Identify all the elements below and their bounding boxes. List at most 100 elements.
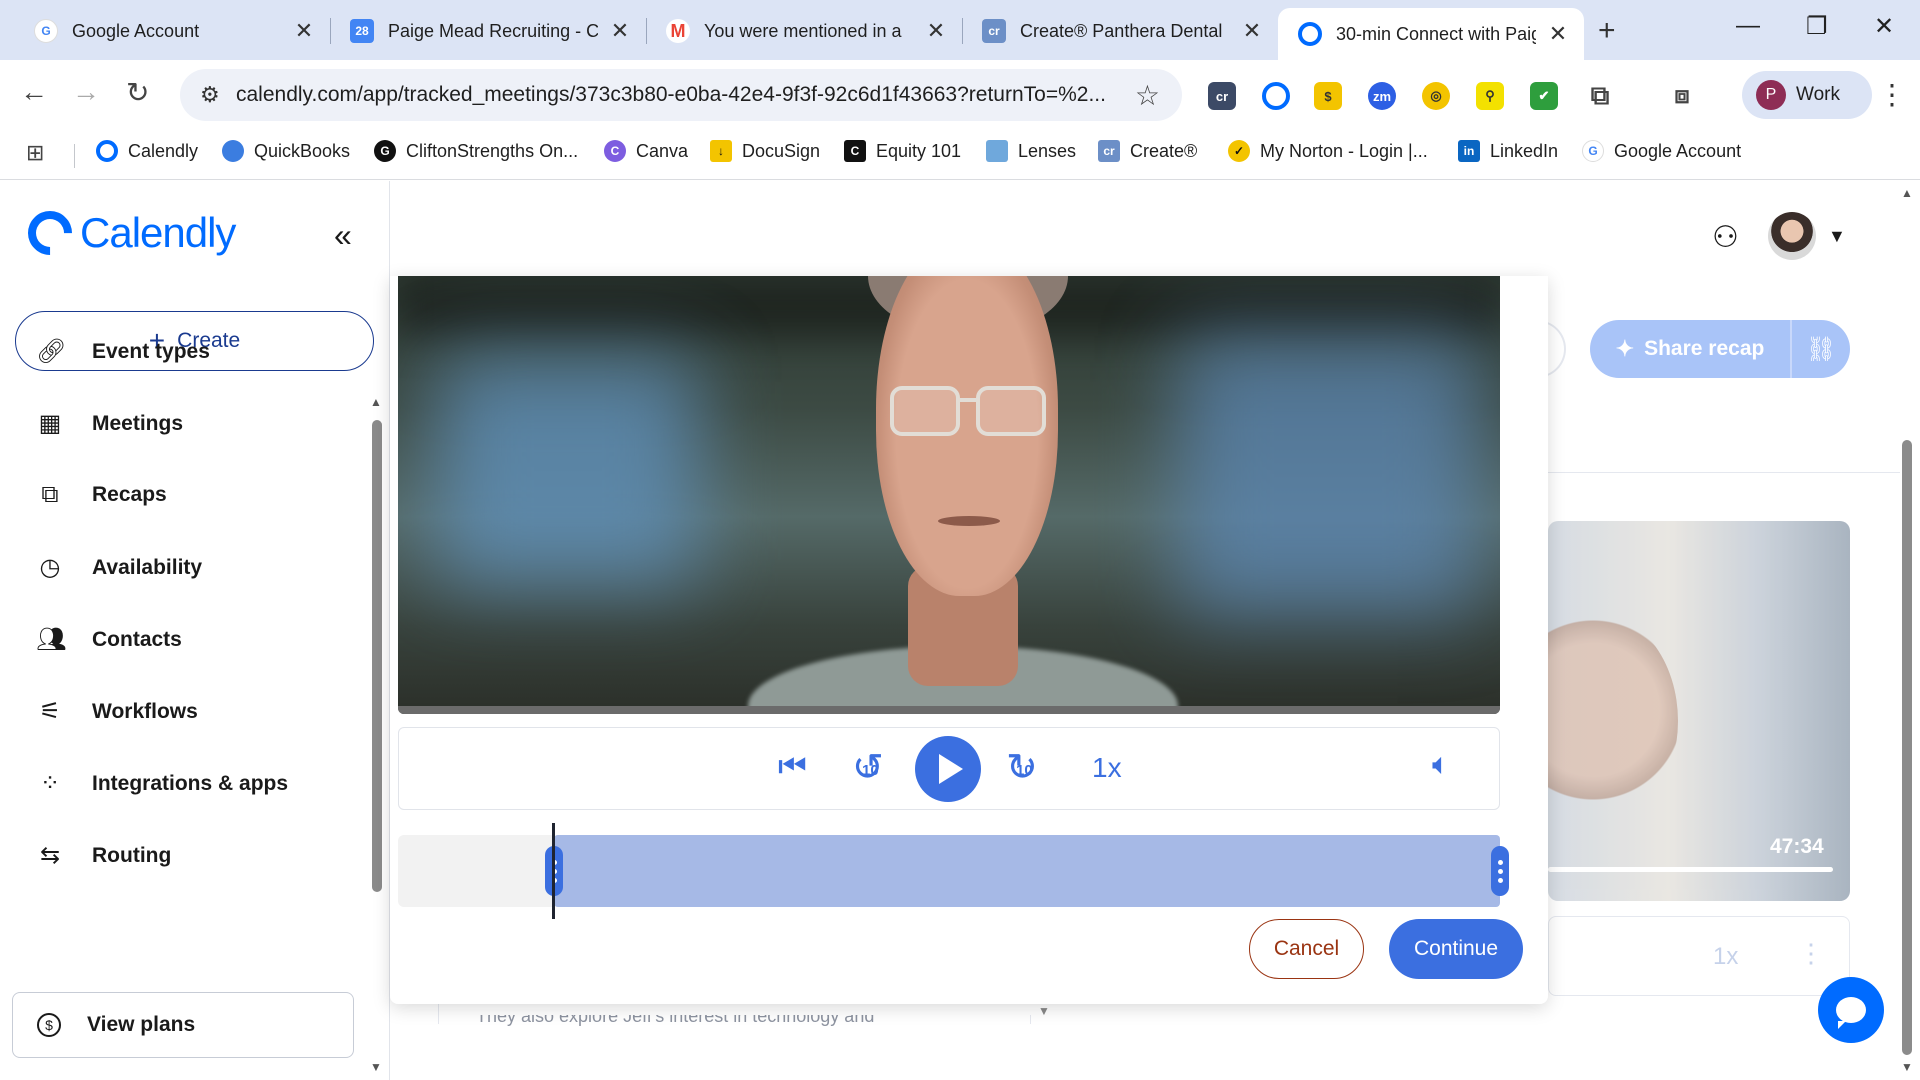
sidebar-item-availability[interactable]: ◷ Availability bbox=[36, 553, 203, 582]
bookmark-create[interactable]: cr Create® bbox=[1098, 140, 1197, 162]
bookmark-lenses[interactable]: Lenses bbox=[986, 140, 1076, 162]
browser-tab-paige-mead[interactable]: 28 Paige Mead Recruiting - C ✕ bbox=[330, 8, 646, 54]
play-button[interactable] bbox=[915, 736, 981, 802]
minimize-button[interactable]: — bbox=[1736, 12, 1760, 40]
forward-button[interactable]: → bbox=[72, 76, 100, 108]
bookmark-cliftonstrengths[interactable]: G CliftonStrengths On... bbox=[374, 140, 578, 162]
tab-title: Paige Mead Recruiting - C bbox=[388, 20, 598, 41]
create-extension-icon[interactable]: cr bbox=[1208, 82, 1236, 110]
linkedin-icon: in bbox=[1458, 140, 1480, 162]
link-icon: 🔗︎ bbox=[36, 338, 67, 365]
sidebar-item-recaps[interactable]: ⧉ Recaps bbox=[36, 481, 166, 509]
sidebar-scroll-down-arrow[interactable]: ▼ bbox=[370, 1060, 382, 1074]
back-button[interactable]: ← bbox=[20, 76, 48, 108]
restore-button[interactable]: ❐ bbox=[1806, 12, 1828, 41]
bookmark-quickbooks[interactable]: QuickBooks bbox=[222, 140, 350, 162]
sidebar-item-workflows[interactable]: ⚟ Workflows bbox=[36, 697, 198, 726]
recording-duration: 47:34 bbox=[1770, 835, 1824, 858]
view-plans-button[interactable]: $ View plans bbox=[12, 992, 354, 1058]
tab-search-icon[interactable]: ⧈ bbox=[1668, 82, 1696, 110]
bookmark-calendly[interactable]: Calendly bbox=[96, 140, 198, 162]
play-icon bbox=[939, 754, 963, 784]
forward-seconds: 10 bbox=[1016, 762, 1033, 779]
bookmark-canva[interactable]: C Canva bbox=[604, 140, 688, 162]
tab-title: Create® Panthera Dental bbox=[1020, 20, 1223, 41]
main-scrollbar[interactable] bbox=[1902, 440, 1912, 1055]
main-scroll-down-arrow[interactable]: ▼ bbox=[1901, 1060, 1913, 1074]
browser-tab-gmail[interactable]: M You were mentioned in a ✕ bbox=[646, 8, 962, 54]
site-settings-icon[interactable]: ⚙ bbox=[200, 82, 220, 108]
main-scroll-up-arrow[interactable]: ▲ bbox=[1901, 186, 1913, 200]
calendly-logo[interactable]: Calendly bbox=[18, 201, 236, 265]
close-icon[interactable]: ✕ bbox=[1546, 21, 1570, 47]
close-icon[interactable]: ✕ bbox=[292, 18, 316, 44]
sidebar: Calendly « + Create 🔗︎ Event types ▦ Meeti… bbox=[0, 181, 390, 1080]
video-progress-bar[interactable] bbox=[398, 706, 1500, 714]
zoom-extension-icon[interactable]: zm bbox=[1368, 82, 1396, 110]
browser-menu-icon[interactable]: ⋮ bbox=[1878, 78, 1906, 111]
sidebar-item-event-types[interactable]: 🔗︎ Event types bbox=[36, 337, 210, 366]
volume-icon[interactable]: 🔈︎ bbox=[1432, 748, 1450, 782]
extension-icon[interactable]: $ bbox=[1314, 82, 1342, 110]
sidebar-item-integrations[interactable]: ⁘ Integrations & apps bbox=[36, 769, 288, 798]
sidebar-item-meetings[interactable]: ▦ Meetings bbox=[36, 409, 183, 438]
divider bbox=[1548, 472, 1900, 473]
recording-progress-bar[interactable] bbox=[1548, 867, 1833, 872]
playhead[interactable] bbox=[552, 823, 555, 919]
sidebar-item-label: Contacts bbox=[92, 627, 182, 651]
profile-label: Work bbox=[1796, 84, 1840, 105]
trim-selected-range[interactable] bbox=[554, 835, 1500, 907]
playback-speed[interactable]: 1x bbox=[1092, 752, 1122, 784]
sidebar-item-label: Meetings bbox=[92, 411, 184, 435]
bookmark-star-icon[interactable]: ☆ bbox=[1135, 79, 1160, 112]
address-bar[interactable]: ⚙ calendly.com/app/tracked_meetings/373c… bbox=[180, 69, 1182, 121]
recording-speed[interactable]: 1x bbox=[1713, 943, 1738, 971]
norton-extension-icon[interactable]: ◎ bbox=[1422, 82, 1450, 110]
bookmark-google-account[interactable]: G Google Account bbox=[1582, 140, 1741, 162]
close-icon[interactable]: ✕ bbox=[608, 18, 632, 44]
sidebar-item-contacts[interactable]: 👥︎ Contacts bbox=[36, 625, 182, 654]
routing-icon: ⇆ bbox=[39, 842, 61, 869]
reload-button[interactable]: ↻ bbox=[126, 76, 149, 109]
contacts-icon: 👥︎ bbox=[36, 626, 67, 653]
add-user-icon[interactable]: ⚇ bbox=[1712, 220, 1739, 255]
close-window-button[interactable]: ✕ bbox=[1874, 12, 1894, 41]
close-icon[interactable]: ✕ bbox=[1240, 18, 1264, 44]
handle-dot bbox=[1497, 859, 1503, 865]
continue-button[interactable]: Continue bbox=[1389, 919, 1523, 979]
new-tab-button[interactable]: + bbox=[1598, 14, 1616, 48]
docusign-icon: ↓ bbox=[710, 140, 732, 162]
close-icon[interactable]: ✕ bbox=[924, 18, 948, 44]
bookmark-equity-101[interactable]: C Equity 101 bbox=[844, 140, 961, 162]
chevron-down-icon[interactable]: ▼ bbox=[1828, 226, 1846, 247]
browser-tab-google-account[interactable]: G Google Account ✕ bbox=[14, 8, 330, 54]
bookmark-my-norton[interactable]: ✓ My Norton - Login |... bbox=[1228, 140, 1428, 162]
skip-to-start-icon[interactable]: ⏮ bbox=[778, 748, 807, 786]
sidebar-scrollbar[interactable] bbox=[372, 420, 382, 892]
more-options-icon[interactable]: ⋮ bbox=[1798, 938, 1824, 969]
browser-tab-create[interactable]: cr Create® Panthera Dental ✕ bbox=[962, 8, 1278, 54]
link-icon: ⛓ bbox=[1805, 335, 1837, 363]
trim-end-handle[interactable] bbox=[1491, 846, 1509, 896]
create-icon: cr bbox=[982, 19, 1006, 43]
calendly-icon bbox=[96, 140, 118, 162]
sidebar-item-routing[interactable]: ⇆ Routing bbox=[36, 841, 171, 870]
calendly-extension-icon[interactable] bbox=[1262, 82, 1290, 110]
video-player[interactable] bbox=[398, 276, 1500, 714]
checkmark-extension-icon[interactable]: ✔ bbox=[1530, 82, 1558, 110]
browser-tab-calendly-active[interactable]: 30-min Connect with Paig ✕ bbox=[1278, 8, 1584, 60]
cancel-button[interactable]: Cancel bbox=[1249, 919, 1364, 979]
copy-link-button[interactable]: ⛓ bbox=[1790, 320, 1850, 378]
apps-grid-icon[interactable]: ⊞ bbox=[26, 140, 44, 166]
search-extension-icon[interactable]: ⚲ bbox=[1476, 82, 1504, 110]
share-recap-button[interactable]: ✦ Share recap bbox=[1590, 320, 1790, 378]
profile-button[interactable]: P Work bbox=[1742, 71, 1872, 119]
bookmark-linkedin[interactable]: in LinkedIn bbox=[1458, 140, 1558, 162]
extensions-puzzle-icon[interactable]: ⧉ bbox=[1586, 80, 1614, 110]
sidebar-scroll-up-arrow[interactable]: ▲ bbox=[370, 395, 382, 409]
collapse-sidebar-icon[interactable]: « bbox=[334, 217, 352, 254]
bookmark-docusign[interactable]: ↓ DocuSign bbox=[710, 140, 820, 162]
chat-button[interactable] bbox=[1818, 977, 1884, 1043]
avatar[interactable] bbox=[1768, 212, 1816, 260]
collapse-arrow-icon[interactable]: ▼ bbox=[1038, 1004, 1050, 1018]
